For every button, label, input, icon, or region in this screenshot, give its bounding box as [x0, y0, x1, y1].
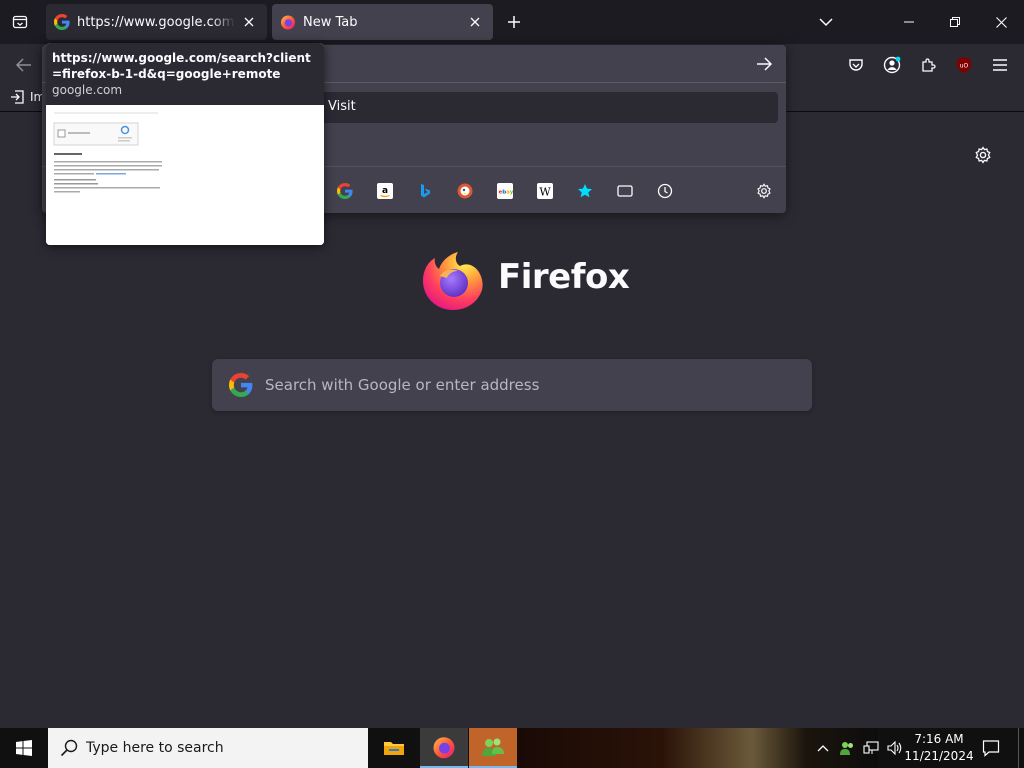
file-explorer-icon[interactable]: [370, 728, 418, 768]
taskbar-search-box[interactable]: Type here to search: [48, 728, 368, 768]
google-engine-icon[interactable]: [335, 181, 355, 201]
new-tab-plus-icon[interactable]: [500, 8, 528, 36]
amazon-engine-icon[interactable]: a: [375, 181, 395, 201]
history-clock-icon[interactable]: [655, 181, 675, 201]
restore-icon[interactable]: [932, 0, 978, 44]
people-app-icon[interactable]: [469, 728, 517, 768]
ebay-engine-icon[interactable]: ebay: [495, 181, 515, 201]
firefox-wordmark: Firefox: [498, 257, 630, 297]
wikipedia-engine-icon[interactable]: W: [535, 181, 555, 201]
newtab-search-placeholder: Search with Google or enter address: [265, 376, 540, 394]
volume-icon[interactable]: [884, 728, 906, 768]
close-tab-icon[interactable]: [465, 12, 485, 32]
tab-title: https://www.google.com/search?client=fir…: [77, 14, 235, 30]
chevron-up-icon[interactable]: [812, 728, 834, 768]
svg-text:ebay: ebay: [499, 190, 514, 196]
tab-new-tab[interactable]: New Tab: [272, 4, 493, 40]
extensions-puzzle-icon[interactable]: [912, 49, 944, 81]
clock-time: 7:16 AM: [914, 732, 964, 746]
preview-domain: google.com: [52, 83, 123, 97]
tab-hover-preview: https://www.google.com/search?client=fir…: [46, 43, 324, 245]
go-arrow-icon[interactable]: [748, 48, 780, 80]
pocket-icon[interactable]: [840, 49, 872, 81]
preview-header: https://www.google.com/search?client=fir…: [46, 43, 324, 105]
page-thumbnail: [46, 105, 324, 245]
clock-date: 11/21/2024: [904, 749, 974, 763]
ublock-origin-icon[interactable]: uO: [948, 49, 980, 81]
hamburger-menu-icon[interactable]: [984, 49, 1016, 81]
show-desktop-button[interactable]: [1018, 728, 1024, 768]
svg-text:a: a: [382, 186, 388, 196]
firefox-logo-icon: [423, 252, 483, 310]
firefox-icon: [281, 15, 295, 30]
google-g-icon: [229, 373, 253, 397]
windows-start-icon[interactable]: [0, 728, 48, 768]
people-tray-icon[interactable]: [836, 728, 858, 768]
search-icon: [60, 739, 78, 757]
newtab-search-box[interactable]: Search with Google or enter address: [212, 359, 812, 411]
visit-label: Visit: [328, 99, 356, 114]
taskbar-search-placeholder: Type here to search: [86, 740, 224, 756]
bing-engine-icon[interactable]: [415, 181, 435, 201]
import-bookmarks-button[interactable]: Im: [10, 90, 45, 104]
list-all-tabs-icon[interactable]: [4, 6, 36, 38]
notification-center-icon[interactable]: [976, 728, 1006, 768]
svg-text:W: W: [539, 186, 551, 199]
preview-title: https://www.google.com/search?client=fir…: [52, 51, 311, 81]
svg-text:uO: uO: [960, 63, 969, 70]
tab-title: New Tab: [303, 14, 358, 30]
windows-taskbar: Type here to search 7:16 AM 11/21/2024: [0, 728, 1024, 768]
close-tab-icon[interactable]: [239, 12, 259, 32]
close-window-icon[interactable]: [978, 0, 1024, 44]
import-icon: [11, 90, 24, 104]
google-g-icon: [54, 14, 70, 30]
tabs-icon[interactable]: [615, 181, 635, 201]
bookmarks-star-icon[interactable]: [575, 181, 595, 201]
tab-strip: https://www.google.com/search?client=fir…: [0, 0, 1024, 44]
tab-google-search[interactable]: https://www.google.com/search?client=fir…: [46, 4, 267, 40]
firefox-taskbar-icon[interactable]: [420, 728, 468, 768]
duckduckgo-engine-icon[interactable]: [455, 181, 475, 201]
minimize-icon[interactable]: [886, 0, 932, 44]
back-arrow-icon[interactable]: [8, 49, 40, 81]
chevron-down-icon[interactable]: [812, 8, 840, 36]
network-icon[interactable]: [860, 728, 882, 768]
account-icon[interactable]: [876, 49, 908, 81]
system-clock[interactable]: 7:16 AM 11/21/2024: [904, 728, 974, 768]
gear-icon[interactable]: [754, 181, 774, 201]
gear-icon[interactable]: [968, 140, 998, 170]
